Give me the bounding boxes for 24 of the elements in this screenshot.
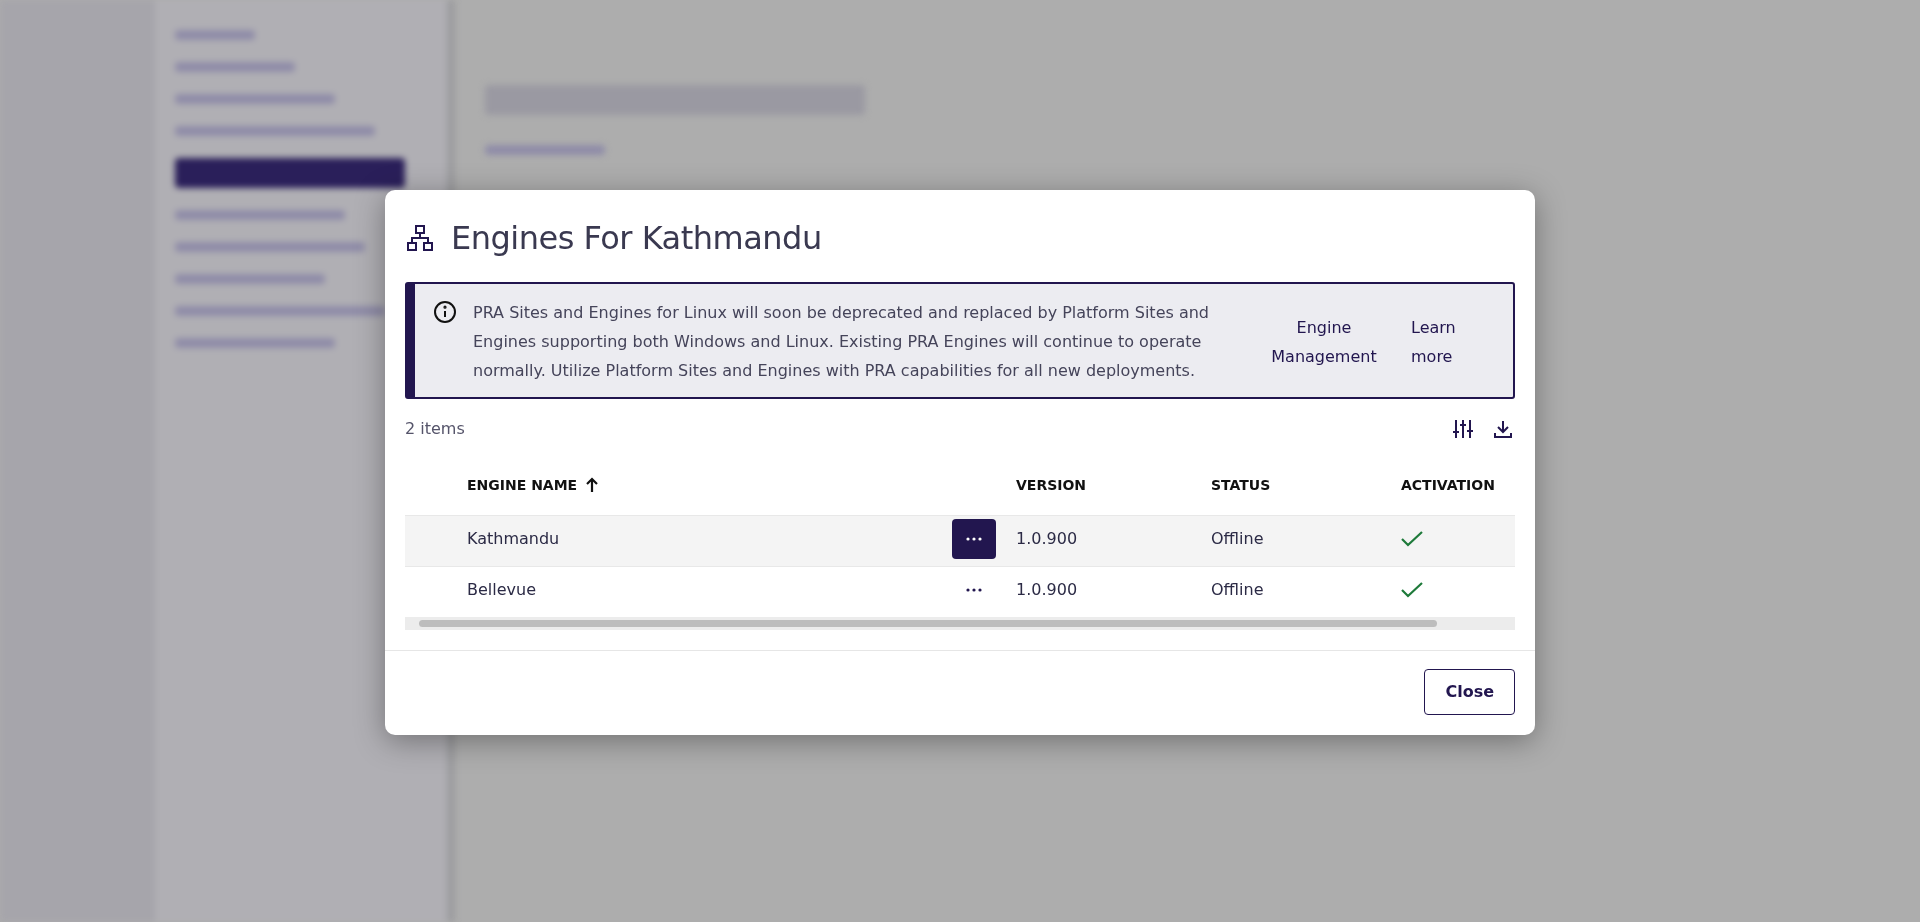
close-button[interactable]: Close <box>1424 669 1515 715</box>
item-count: 2 items <box>405 418 465 440</box>
more-icon <box>966 587 982 592</box>
table-cell-text: Offline <box>1211 578 1265 601</box>
horizontal-scrollbar[interactable] <box>405 617 1515 630</box>
column-header[interactable]: ENGINE NAME <box>467 474 952 496</box>
row-actions-button[interactable] <box>952 518 996 559</box>
table-cell-text: Bellevue <box>467 578 537 601</box>
notice-link[interactable]: Learn more <box>1411 312 1471 371</box>
notice-text: PRA Sites and Engines for Linux will soon be deprecated and replaced by Platform Sites and Engines supporting both Windows and Linux. Existing PRA Engines will continue to operate normally. Utilize Platform Sites and Engines with PRA capabilities for all new deployments. <box>473 302 1210 382</box>
info-icon <box>433 300 457 324</box>
notice-link[interactable]: Engine Management <box>1269 312 1379 371</box>
table-cell-text: 1.0.900 <box>1016 578 1079 601</box>
table-cell-text: 1.0.900 <box>1016 527 1079 550</box>
sort-arrow-icon <box>585 477 600 493</box>
table-cell-text: Offline <box>1211 527 1265 550</box>
column-header[interactable]: ACTIVATION <box>1401 474 1511 496</box>
table-cell-text: Kathmandu <box>467 527 561 550</box>
column-header[interactable]: VERSION <box>1016 474 1211 496</box>
dialog-title: Engines For Kathmandu <box>451 218 822 259</box>
column-settings-icon[interactable] <box>1451 417 1475 441</box>
hierarchy-icon <box>405 223 435 253</box>
column-header[interactable]: STATUS <box>1211 474 1401 496</box>
more-icon <box>966 536 982 541</box>
